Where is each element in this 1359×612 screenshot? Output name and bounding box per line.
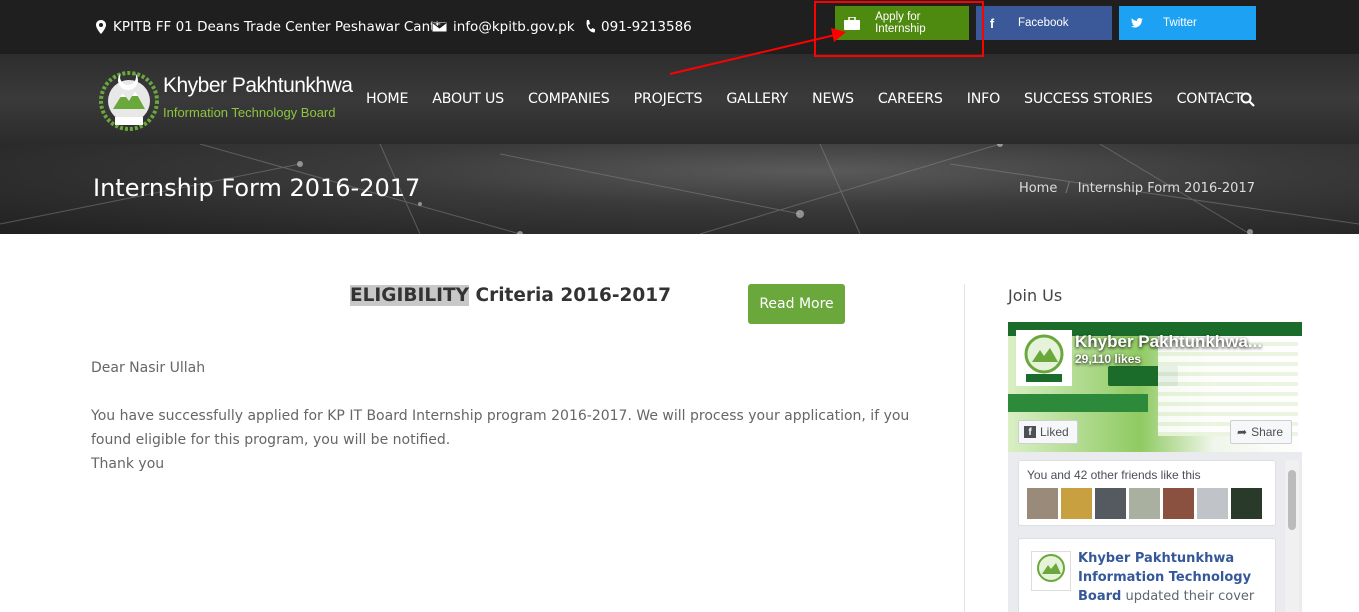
facebook-button[interactable]: f Facebook — [976, 6, 1112, 40]
breadcrumb: Home / Internship Form 2016-2017 — [1019, 181, 1255, 196]
facebook-label: Facebook — [1018, 17, 1069, 29]
page-header-banner: Internship Form 2016-2017 Home / Internshi… — [0, 144, 1359, 234]
friend-avatar[interactable] — [1129, 488, 1160, 519]
twitter-button[interactable]: Twitter — [1119, 6, 1256, 40]
main-content: ELIGIBILITY Criteria 2016-2017 Read More… — [0, 234, 1359, 612]
apply-label: Apply for Internship — [875, 11, 926, 35]
logo-subtitle: Information Technology Board — [163, 105, 336, 120]
fb-share-button[interactable]: ➦ Share — [1230, 420, 1292, 444]
fb-likes-count: 29,110 likes — [1075, 352, 1142, 366]
nav-item-projects[interactable]: PROJECTS — [634, 91, 703, 107]
twitter-bird-icon — [1119, 18, 1155, 28]
phone-text: 091-9213586 — [601, 19, 692, 35]
main-navbar: Khyber Pakhtunkhwa Information Technolog… — [0, 54, 1359, 144]
fb-friends-text: You and 42 other friends like this — [1027, 468, 1201, 482]
nav-item-gallery[interactable]: GALLERY — [726, 91, 788, 107]
fb-share-label: Share — [1251, 425, 1284, 439]
friend-avatar[interactable] — [1231, 488, 1262, 519]
phone-info: 091-9213586 — [585, 0, 692, 54]
fb-post-card: Khyber Pakhtunkhwa Information Technolog… — [1018, 538, 1276, 612]
sidebar-divider — [964, 284, 965, 612]
nav-item-success-stories[interactable]: SUCCESS STORIES — [1024, 91, 1153, 107]
greeting-text: Dear Nasir Ullah — [91, 360, 206, 376]
breadcrumb-separator: / — [1065, 181, 1070, 196]
friend-avatar[interactable] — [1027, 488, 1058, 519]
breadcrumb-current: Internship Form 2016-2017 — [1077, 181, 1255, 196]
heading-rest: Criteria 2016-2017 — [469, 285, 671, 306]
heading-highlight: ELIGIBILITY — [350, 285, 470, 306]
nav-item-companies[interactable]: COMPANIES — [528, 91, 610, 107]
scrollbar-thumb[interactable] — [1288, 470, 1296, 530]
friend-avatar[interactable] — [1163, 488, 1194, 519]
thanks-text: Thank you — [91, 456, 165, 472]
nav-item-info[interactable]: INFO — [967, 91, 1001, 107]
fb-liked-label: Liked — [1040, 425, 1069, 439]
fb-post-text: Khyber Pakhtunkhwa Information Technolog… — [1078, 549, 1263, 606]
breadcrumb-home-link[interactable]: Home — [1019, 181, 1057, 196]
address-info: KPITB FF 01 Deans Trade Center Peshawar … — [95, 0, 445, 54]
fb-page-avatar[interactable] — [1016, 330, 1072, 386]
address-text: KPITB FF 01 Deans Trade Center Peshawar … — [113, 19, 446, 35]
search-icon[interactable] — [1240, 92, 1255, 111]
confirmation-message: You have successfully applied for KP IT … — [91, 408, 910, 448]
fb-widget-scrollbar[interactable] — [1285, 460, 1299, 612]
fb-logo-icon: f — [1024, 426, 1036, 438]
share-arrow-icon: ➦ — [1237, 425, 1248, 439]
fb-liked-button[interactable]: f Liked — [1018, 420, 1078, 444]
twitter-label: Twitter — [1163, 17, 1197, 29]
email-info[interactable]: info@kpitb.gov.pk — [432, 0, 575, 54]
fb-post-avatar[interactable] — [1031, 551, 1071, 591]
email-text[interactable]: info@kpitb.gov.pk — [453, 19, 575, 35]
fb-friend-avatars — [1027, 488, 1262, 519]
kpitb-logo[interactable] — [95, 65, 163, 133]
page-title: Internship Form 2016-2017 — [93, 174, 421, 202]
facebook-icon: f — [989, 15, 995, 31]
cover-ribbon — [1008, 394, 1148, 412]
fb-post-action: updated their cover — [1121, 589, 1255, 604]
friend-avatar[interactable] — [1061, 488, 1092, 519]
nav-item-careers[interactable]: CAREERS — [878, 91, 943, 107]
logo-title: Khyber Pakhtunkhwa — [163, 74, 353, 97]
fb-friends-card: You and 42 other friends like this — [1018, 460, 1276, 526]
fb-page-name[interactable]: Khyber Pakhtunkhwa... — [1075, 332, 1262, 352]
phone-icon — [586, 20, 595, 33]
nav-item-contact[interactable]: CONTACT — [1177, 91, 1243, 107]
facebook-page-widget: Khyber Pakhtunkhwa... 29,110 likes f Lik… — [1008, 322, 1302, 612]
eligibility-heading: ELIGIBILITY Criteria 2016-2017 — [350, 285, 671, 306]
location-pin-icon — [96, 20, 106, 34]
nav-menu: HOME ABOUT US COMPANIES PROJECTS GALLERY… — [366, 54, 1266, 144]
top-bar: KPITB FF 01 Deans Trade Center Peshawar … — [0, 0, 1359, 54]
apply-internship-button[interactable]: Apply for Internship — [835, 6, 969, 40]
friend-avatar[interactable] — [1095, 488, 1126, 519]
envelope-icon — [432, 22, 447, 32]
friend-avatar[interactable] — [1197, 488, 1228, 519]
nav-item-news[interactable]: NEWS — [812, 91, 854, 107]
read-more-button[interactable]: Read More — [748, 284, 845, 324]
join-us-heading: Join Us — [1008, 286, 1063, 305]
nav-item-about-us[interactable]: ABOUT US — [432, 91, 504, 107]
nav-item-home[interactable]: HOME — [366, 91, 408, 107]
briefcase-icon — [835, 16, 869, 30]
